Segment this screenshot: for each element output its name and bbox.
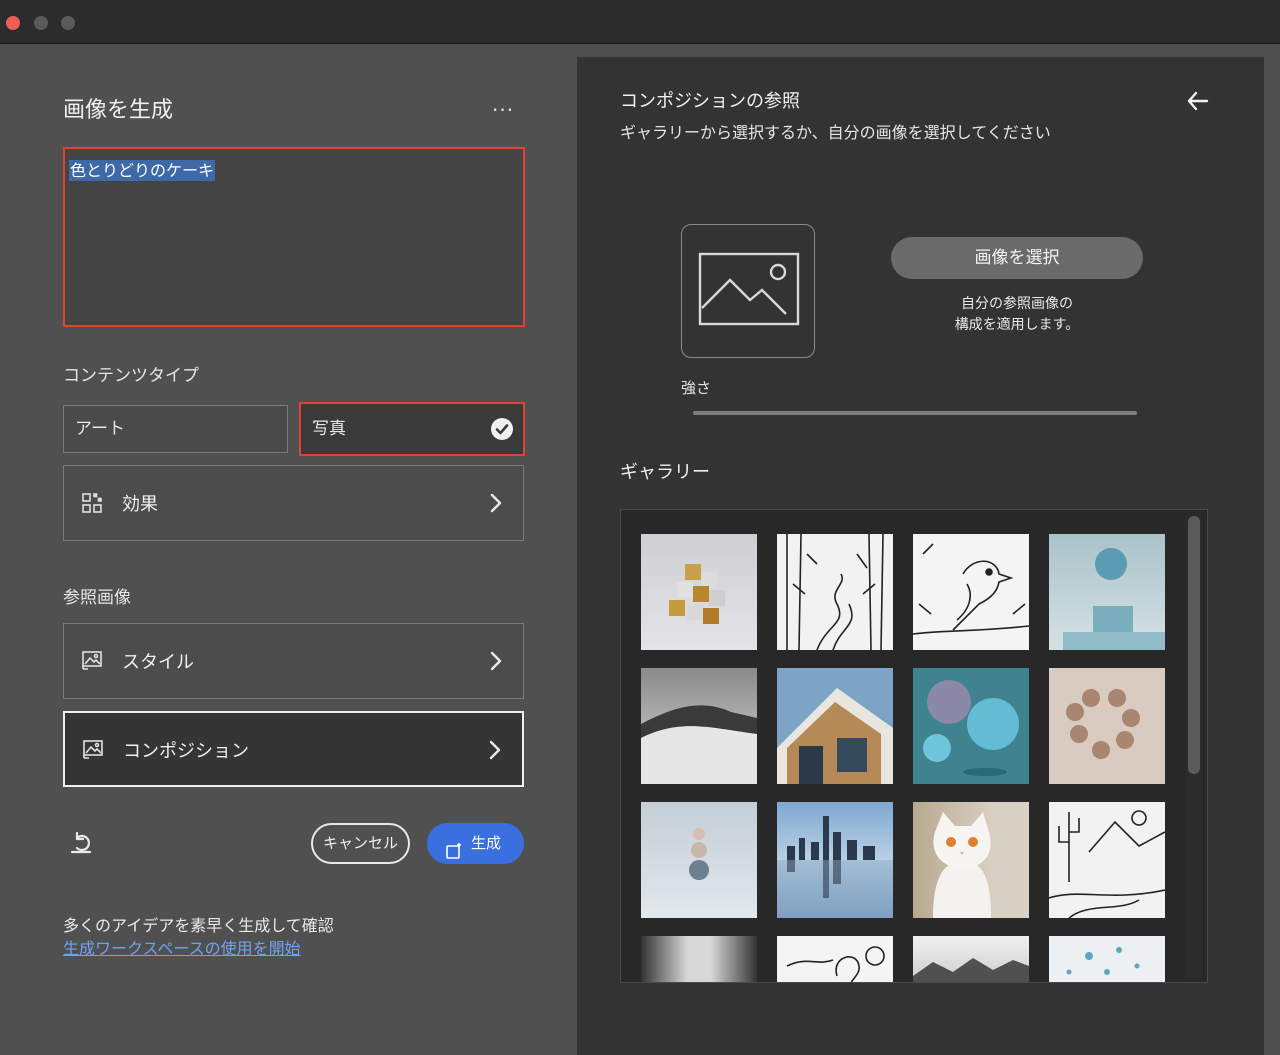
dialog-window: 画像を生成 ... 色とりどりのケーキ コンテンツタイプ アート 写真 効果 参… bbox=[0, 44, 1280, 1055]
content-type-art-option[interactable]: アート bbox=[63, 405, 288, 453]
gallery-grid bbox=[620, 509, 1208, 983]
content-type-photo-option[interactable]: 写真 bbox=[299, 402, 525, 456]
image-reference-icon bbox=[81, 650, 103, 672]
gallery-scrollbar-thumb[interactable] bbox=[1188, 516, 1200, 774]
photo-option-label: 写真 bbox=[312, 419, 346, 439]
checkmark-icon bbox=[491, 418, 513, 440]
content-type-label: コンテンツタイプ bbox=[63, 366, 199, 386]
image-reference-icon bbox=[82, 739, 104, 761]
chevron-right-icon bbox=[489, 650, 503, 672]
reference-image-label: 参照画像 bbox=[63, 588, 131, 608]
gallery-item-misty-mountains[interactable] bbox=[913, 936, 1029, 982]
gallery-item-bird-line-drawing[interactable] bbox=[913, 534, 1029, 650]
composition-reference-panel: コンポジションの参照 ギャラリーから選択するか、自分の画像を選択してください 画… bbox=[577, 57, 1264, 1055]
gallery-item-swan-line-drawing[interactable] bbox=[777, 936, 893, 982]
more-options-button[interactable]: ... bbox=[492, 92, 514, 116]
gallery-item-corridor[interactable] bbox=[641, 936, 757, 982]
generate-button[interactable]: 生成 bbox=[427, 823, 524, 864]
generate-sparkle-icon bbox=[445, 835, 463, 859]
composition-label: コンポジション bbox=[123, 741, 249, 762]
cancel-button[interactable]: キャンセル bbox=[311, 823, 410, 864]
effects-label: 効果 bbox=[122, 494, 158, 515]
prompt-text: 色とりどりのケーキ bbox=[69, 160, 216, 181]
gallery-label: ギャラリー bbox=[620, 462, 710, 483]
gallery-item-modern-building[interactable] bbox=[777, 668, 893, 784]
select-image-button[interactable]: 画像を選択 bbox=[891, 237, 1143, 279]
reference-image-thumbnail[interactable] bbox=[681, 224, 815, 358]
close-window-button[interactable] bbox=[6, 16, 20, 30]
effects-button[interactable]: 効果 bbox=[63, 465, 524, 541]
composition-reference-button[interactable]: コンポジション bbox=[63, 711, 524, 787]
panel-title: 画像を生成 bbox=[63, 98, 174, 123]
style-reference-button[interactable]: スタイル bbox=[63, 623, 524, 699]
tip-text: 多くのアイデアを素早く生成して確認 bbox=[63, 916, 334, 935]
minimize-window-button[interactable] bbox=[34, 16, 48, 30]
reference-panel-title: コンポジションの参照 bbox=[620, 91, 800, 112]
gallery-item-blue-sphere-on-pedestal[interactable] bbox=[1049, 534, 1165, 650]
style-label: スタイル bbox=[122, 652, 194, 673]
gallery-item-stacked-spheres[interactable] bbox=[641, 802, 757, 918]
gallery-item-forest-line-drawing[interactable] bbox=[777, 534, 893, 650]
effects-grid-icon bbox=[81, 492, 103, 514]
help-line-1: 自分の参照画像の bbox=[961, 296, 1073, 312]
prompt-textarea[interactable]: 色とりどりのケーキ bbox=[63, 147, 525, 327]
image-placeholder-icon bbox=[698, 252, 800, 326]
chevron-right-icon bbox=[489, 492, 503, 514]
window-titlebar bbox=[0, 0, 1280, 44]
undo-icon[interactable] bbox=[69, 830, 95, 856]
gallery-item-white-cat[interactable] bbox=[913, 802, 1029, 918]
gallery-item-floating-beige-spheres[interactable] bbox=[1049, 668, 1165, 784]
generate-panel: 画像を生成 ... 色とりどりのケーキ コンテンツタイプ アート 写真 効果 参… bbox=[0, 44, 577, 1055]
strength-slider[interactable] bbox=[693, 411, 1137, 415]
chevron-right-icon bbox=[488, 739, 502, 761]
gallery-item-blue-spheres[interactable] bbox=[913, 668, 1029, 784]
workspace-link[interactable]: 生成ワークスペースの使用を開始 bbox=[63, 935, 301, 959]
art-option-label: アート bbox=[75, 419, 125, 439]
generate-label: 生成 bbox=[471, 834, 502, 852]
gallery-item-cactus-landscape-drawing[interactable] bbox=[1049, 802, 1165, 918]
reference-panel-subtitle: ギャラリーから選択するか、自分の画像を選択してください bbox=[620, 123, 1051, 142]
strength-label: 強さ bbox=[681, 379, 712, 397]
arrow-left-icon[interactable] bbox=[1186, 90, 1210, 112]
gallery-item-desert-dunes[interactable] bbox=[641, 668, 757, 784]
gallery-item-city-skyline-reflection[interactable] bbox=[777, 802, 893, 918]
gallery-item-scattered-dots[interactable] bbox=[1049, 936, 1165, 982]
select-image-help: 自分の参照画像の 構成を適用します。 bbox=[891, 294, 1143, 336]
gallery-item-gold-silver-cubes[interactable] bbox=[641, 534, 757, 650]
zoom-window-button[interactable] bbox=[61, 16, 75, 30]
help-line-2: 構成を適用します。 bbox=[954, 317, 1080, 333]
